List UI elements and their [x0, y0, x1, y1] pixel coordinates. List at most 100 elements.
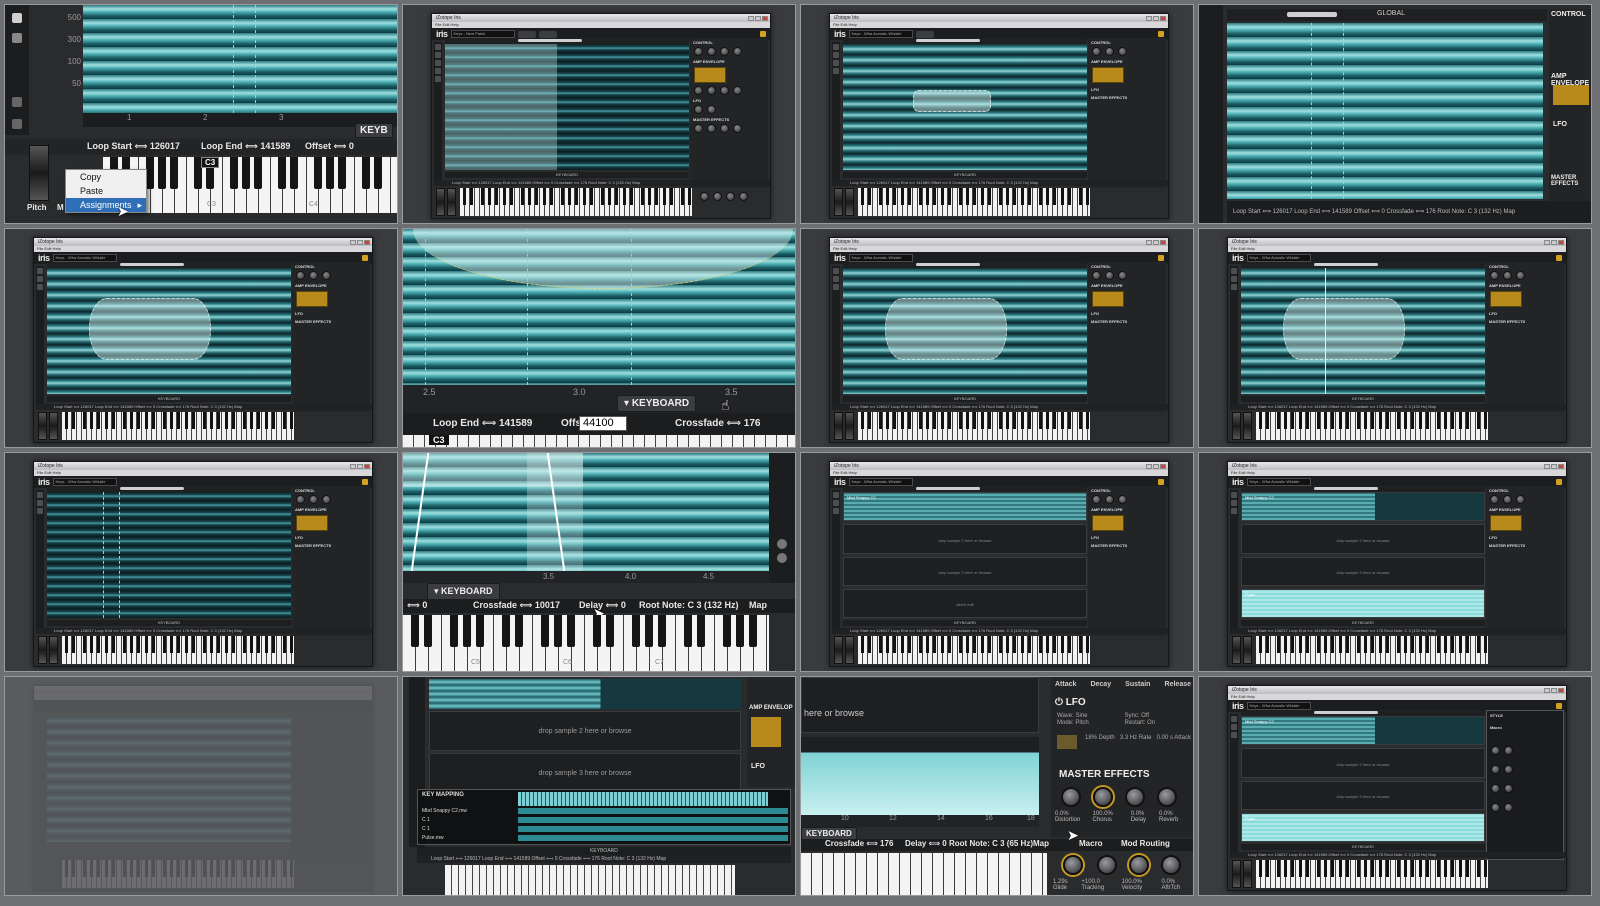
- minimize-icon[interactable]: [1146, 239, 1152, 245]
- tracking-knob[interactable]: [713, 192, 722, 201]
- black-key[interactable]: [476, 615, 484, 648]
- brush-tool-icon[interactable]: [833, 276, 839, 282]
- close-icon[interactable]: [364, 239, 370, 245]
- keyboard-tab[interactable]: KEYB: [355, 123, 393, 138]
- sample-slot-4[interactable]: Pulse: [1241, 812, 1485, 842]
- loop-marker[interactable]: [631, 229, 632, 385]
- lfo-restart[interactable]: Restart: On: [1125, 720, 1192, 726]
- coarse-knob[interactable]: [296, 271, 305, 280]
- keyboard-toggle[interactable]: KEYBOARD: [843, 172, 1087, 178]
- piano-keyboard[interactable]: [1256, 636, 1488, 664]
- spectrogram[interactable]: [403, 229, 795, 385]
- pitch-wheel[interactable]: [436, 188, 445, 216]
- patch-selector[interactable]: Keys - New Patch: [450, 30, 515, 38]
- macro-knob[interactable]: [1491, 784, 1500, 793]
- maximize-icon[interactable]: [1153, 463, 1159, 469]
- crossfade-field[interactable]: Crossfade ⟺ 176: [825, 839, 893, 848]
- close-icon[interactable]: [364, 463, 370, 469]
- macro-knob[interactable]: [1491, 803, 1500, 812]
- mod-wheel[interactable]: [49, 636, 58, 664]
- spectrogram[interactable]: [47, 268, 291, 394]
- play-icon[interactable]: [12, 97, 22, 107]
- piano-keyboard[interactable]: [1256, 412, 1488, 440]
- glide-knob[interactable]: [700, 192, 709, 201]
- mapping-row[interactable]: C 1: [422, 815, 788, 824]
- pitch-wheel[interactable]: [1232, 636, 1241, 664]
- macro-knob[interactable]: [1504, 765, 1513, 774]
- pitch-knob[interactable]: [1516, 271, 1525, 280]
- envelope-display[interactable]: [1490, 515, 1522, 531]
- depth-knob[interactable]: 18% Depth: [1085, 735, 1115, 741]
- mapping-row[interactable]: C 1: [422, 824, 788, 833]
- sample-1-button[interactable]: [1158, 255, 1164, 261]
- spectrogram[interactable]: [403, 453, 769, 571]
- fine-knob[interactable]: [1105, 47, 1114, 56]
- black-key[interactable]: [541, 615, 549, 648]
- macro-knob[interactable]: [1504, 803, 1513, 812]
- spectrogram[interactable]: [1241, 268, 1485, 394]
- mapping-range[interactable]: [518, 807, 788, 814]
- offset-field[interactable]: Offset ⟺ 0: [305, 141, 354, 152]
- minimize-icon[interactable]: [350, 463, 356, 469]
- sample-1-button[interactable]: [362, 479, 368, 485]
- lfo-mode[interactable]: Mode: Pitch: [1057, 720, 1124, 726]
- mod-wheel[interactable]: [49, 412, 58, 440]
- envelope-display[interactable]: [751, 717, 781, 747]
- spectrogram[interactable]: [83, 5, 397, 113]
- maximize-icon[interactable]: [1551, 239, 1557, 245]
- pitch-wheel[interactable]: [38, 412, 47, 440]
- mapping-row[interactable]: Pulse.mw: [422, 833, 788, 842]
- fine-knob[interactable]: [1105, 271, 1114, 280]
- play-icon[interactable]: [1231, 732, 1237, 738]
- aftertouch-knob[interactable]: [1161, 855, 1181, 875]
- pitch-wheel[interactable]: [834, 188, 843, 216]
- aftertouch-knob[interactable]: [739, 192, 748, 201]
- selection-region[interactable]: [913, 90, 991, 112]
- keyboard-toggle[interactable]: KEYBOARD: [1241, 396, 1485, 402]
- piano-keyboard[interactable]: [858, 636, 1090, 664]
- vol-knob[interactable]: [733, 47, 742, 56]
- black-key[interactable]: [632, 615, 640, 648]
- selection-region[interactable]: [89, 298, 211, 360]
- sample-1-button[interactable]: [1158, 479, 1164, 485]
- black-key[interactable]: [684, 615, 692, 648]
- save-button[interactable]: [517, 30, 536, 38]
- sample-slot-2[interactable]: drop sample 2 here or browse: [1241, 748, 1485, 778]
- mod-wheel[interactable]: [447, 188, 456, 216]
- piano-keyboard[interactable]: [460, 188, 692, 216]
- keyboard-toggle[interactable]: KEYBOARD: [1241, 844, 1485, 850]
- black-key[interactable]: [374, 157, 382, 190]
- sample-slot-3[interactable]: drop sample 3 here or browse: [843, 556, 1087, 586]
- envelope-display[interactable]: [1092, 67, 1124, 83]
- play-icon[interactable]: [833, 508, 839, 514]
- options-button[interactable]: [538, 30, 557, 38]
- pitch-wheel[interactable]: [834, 412, 843, 440]
- lfo-shape-display[interactable]: [1057, 735, 1077, 749]
- select-tool-icon[interactable]: [37, 268, 43, 274]
- piano-keyboard[interactable]: [801, 853, 1047, 895]
- black-key[interactable]: [502, 615, 510, 648]
- pitch-knob[interactable]: [1118, 271, 1127, 280]
- pitch-wheel[interactable]: [38, 636, 47, 664]
- close-icon[interactable]: [1558, 687, 1564, 693]
- piano-keyboard[interactable]: [858, 412, 1090, 440]
- coarse-knob[interactable]: [296, 495, 305, 504]
- mod-routing-tab[interactable]: Mod Routing: [1121, 839, 1170, 848]
- maximize-icon[interactable]: [1153, 15, 1159, 21]
- pitch-wheel[interactable]: [29, 145, 49, 201]
- loop-marker[interactable]: [527, 229, 528, 385]
- mapping-range[interactable]: [518, 825, 788, 832]
- black-key[interactable]: [515, 615, 523, 648]
- patch-selector[interactable]: Keys - Wha Acrostic Whistle: [1246, 478, 1311, 486]
- play-icon[interactable]: [435, 76, 441, 82]
- playhead[interactable]: [1325, 268, 1326, 394]
- coarse-knob[interactable]: [1490, 495, 1499, 504]
- glide-knob[interactable]: [1063, 855, 1083, 875]
- black-key[interactable]: [567, 615, 575, 648]
- sample-slot-3[interactable]: [801, 737, 1039, 815]
- sample-slot-1[interactable]: Mbd Snappy C2: [1241, 492, 1485, 522]
- loop-start-field[interactable]: Loop Start ⟺ 126017: [87, 141, 180, 152]
- spectrogram[interactable]: [843, 268, 1087, 394]
- envelope-display[interactable]: [1092, 291, 1124, 307]
- sample-slot-3[interactable]: drop sample 3 here or browse: [1241, 556, 1485, 586]
